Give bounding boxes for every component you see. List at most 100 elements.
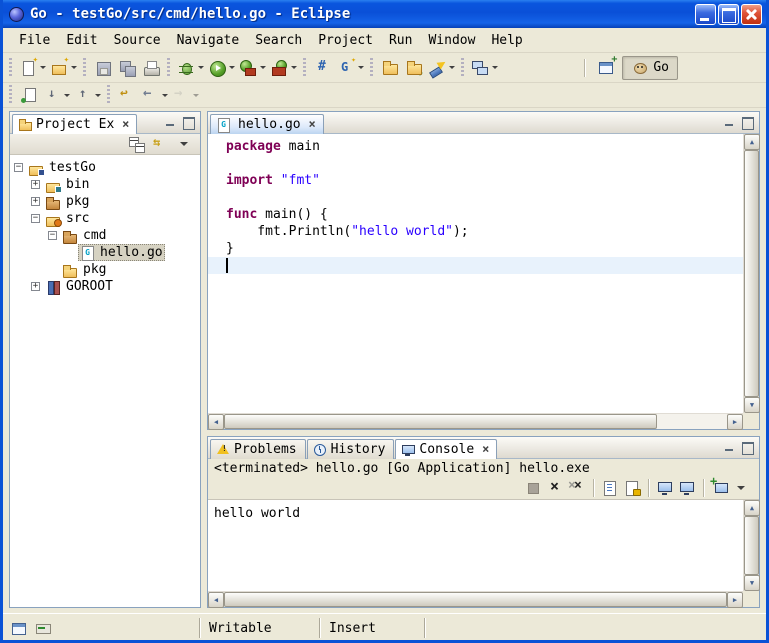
maximize-view-icon[interactable] (740, 116, 755, 129)
last-edit-location-button[interactable] (115, 83, 139, 107)
menu-navigate[interactable]: Navigate (169, 31, 248, 50)
remove-all-button[interactable] (566, 478, 588, 498)
next-annotation-dropdown-icon[interactable] (64, 94, 70, 97)
run-last-button[interactable] (237, 56, 268, 80)
clear-console-button[interactable] (599, 478, 621, 498)
collapse-toggle-icon[interactable]: − (31, 214, 40, 223)
scroll-up-icon[interactable] (744, 500, 760, 516)
new-folder-dropdown-icon[interactable] (71, 66, 77, 69)
code-line[interactable]: fmt.Println("hello world"); (208, 223, 743, 240)
run-button[interactable] (206, 56, 237, 80)
scroll-lock-button[interactable] (621, 478, 643, 498)
scroll-down-icon[interactable] (744, 397, 760, 413)
save-button[interactable] (91, 56, 115, 80)
tree-item-testgo[interactable]: −testGo (10, 159, 200, 176)
console-horizontal-scrollbar[interactable] (208, 591, 743, 607)
display-console-button[interactable] (676, 478, 698, 498)
prev-annotation-button[interactable] (72, 83, 103, 107)
scrollbar-thumb[interactable] (224, 414, 657, 429)
close-editor-tab-icon[interactable] (307, 117, 318, 132)
forward-dropdown-icon[interactable] (193, 94, 199, 97)
tree-item-pkg[interactable]: +pkg (10, 193, 200, 210)
search-dropdown-icon[interactable] (449, 66, 455, 69)
tree-item-cmd[interactable]: −cmd (10, 227, 200, 244)
scroll-down-icon[interactable] (744, 575, 760, 591)
maximize-button[interactable] (718, 4, 739, 25)
tree-item-bin[interactable]: +bin (10, 176, 200, 193)
scrollbar-thumb[interactable] (744, 150, 759, 397)
new-go-package-button[interactable] (311, 56, 335, 80)
new-wizard-button[interactable] (17, 56, 48, 80)
editor-horizontal-scrollbar[interactable] (208, 413, 743, 429)
tab-hello-go[interactable]: hello.go (210, 114, 324, 134)
back-button[interactable] (139, 83, 170, 107)
collapse-toggle-icon[interactable]: − (14, 163, 23, 172)
menu-source[interactable]: Source (106, 31, 169, 50)
tree-item-pkg[interactable]: pkg (10, 261, 200, 278)
code-line[interactable]: } (208, 240, 743, 257)
scroll-up-icon[interactable] (744, 134, 760, 150)
menu-search[interactable]: Search (247, 31, 310, 50)
open-perspective-button[interactable] (594, 56, 618, 80)
external-tools-dropdown-icon[interactable] (291, 66, 297, 69)
scroll-right-icon[interactable] (727, 414, 743, 430)
scroll-right-icon[interactable] (727, 592, 743, 608)
run-last-dropdown-icon[interactable] (260, 66, 266, 69)
console-output[interactable]: hello world (208, 500, 743, 591)
forward-button[interactable] (170, 83, 201, 107)
progress-view-icon[interactable] (35, 621, 51, 635)
code-line[interactable] (208, 257, 743, 274)
minimize-view-icon[interactable] (722, 116, 737, 129)
console-view-menu-button[interactable] (731, 478, 753, 498)
save-all-button[interactable] (115, 56, 139, 80)
new-folder-button[interactable] (48, 56, 79, 80)
prev-annotation-dropdown-icon[interactable] (95, 94, 101, 97)
menu-edit[interactable]: Edit (58, 31, 105, 50)
minimize-view-icon[interactable] (163, 116, 178, 129)
console-vertical-scrollbar[interactable] (743, 500, 759, 591)
menu-file[interactable]: File (11, 31, 58, 50)
minimize-button[interactable] (695, 4, 716, 25)
tree-item-goroot[interactable]: +GOROOT (10, 278, 200, 295)
open-folder-button[interactable] (402, 56, 426, 80)
tree-item-hello-go[interactable]: hello.go (10, 244, 200, 261)
tab-project-explorer[interactable]: Project Ex (12, 114, 137, 134)
titlebar[interactable]: Go - testGo/src/cmd/hello.go - Eclipse (3, 0, 766, 28)
open-console-button[interactable] (709, 478, 731, 498)
view-menu-button[interactable] (174, 134, 196, 154)
pin-console-button[interactable] (654, 478, 676, 498)
menu-help[interactable]: Help (483, 31, 530, 50)
run-dropdown-icon[interactable] (229, 66, 235, 69)
print-button[interactable] (139, 56, 163, 80)
pin-editor-button[interactable] (17, 83, 41, 107)
scrollbar-thumb[interactable] (224, 592, 727, 607)
menu-window[interactable]: Window (420, 31, 483, 50)
code-line[interactable]: func main() { (208, 206, 743, 223)
team-sync-button[interactable] (469, 56, 500, 80)
close-tab-icon[interactable] (120, 117, 131, 132)
go-perspective-button[interactable]: Go (622, 56, 678, 80)
code-line[interactable]: package main (208, 138, 743, 155)
expand-toggle-icon[interactable]: + (31, 180, 40, 189)
expand-toggle-icon[interactable]: + (31, 197, 40, 206)
fast-view-icon[interactable] (11, 621, 27, 635)
remove-launch-button[interactable] (544, 478, 566, 498)
tree-item-src[interactable]: −src (10, 210, 200, 227)
back-dropdown-icon[interactable] (162, 94, 168, 97)
team-sync-dropdown-icon[interactable] (492, 66, 498, 69)
collapse-toggle-icon[interactable]: − (48, 231, 57, 240)
close-button[interactable] (741, 4, 762, 25)
scroll-left-icon[interactable] (208, 592, 224, 608)
code-line[interactable]: import "fmt" (208, 172, 743, 189)
external-tools-button[interactable] (268, 56, 299, 80)
tab-console[interactable]: Console (395, 439, 497, 459)
menu-run[interactable]: Run (381, 31, 420, 50)
tab-problems[interactable]: Problems (210, 439, 306, 459)
code-line[interactable] (208, 155, 743, 172)
menu-project[interactable]: Project (310, 31, 381, 50)
code-line[interactable] (208, 189, 743, 206)
scroll-left-icon[interactable] (208, 414, 224, 430)
link-editor-button[interactable] (150, 134, 172, 154)
code-area[interactable]: package main import "fmt" func main() { fm… (208, 134, 743, 413)
new-go-element-dropdown-icon[interactable] (358, 66, 364, 69)
